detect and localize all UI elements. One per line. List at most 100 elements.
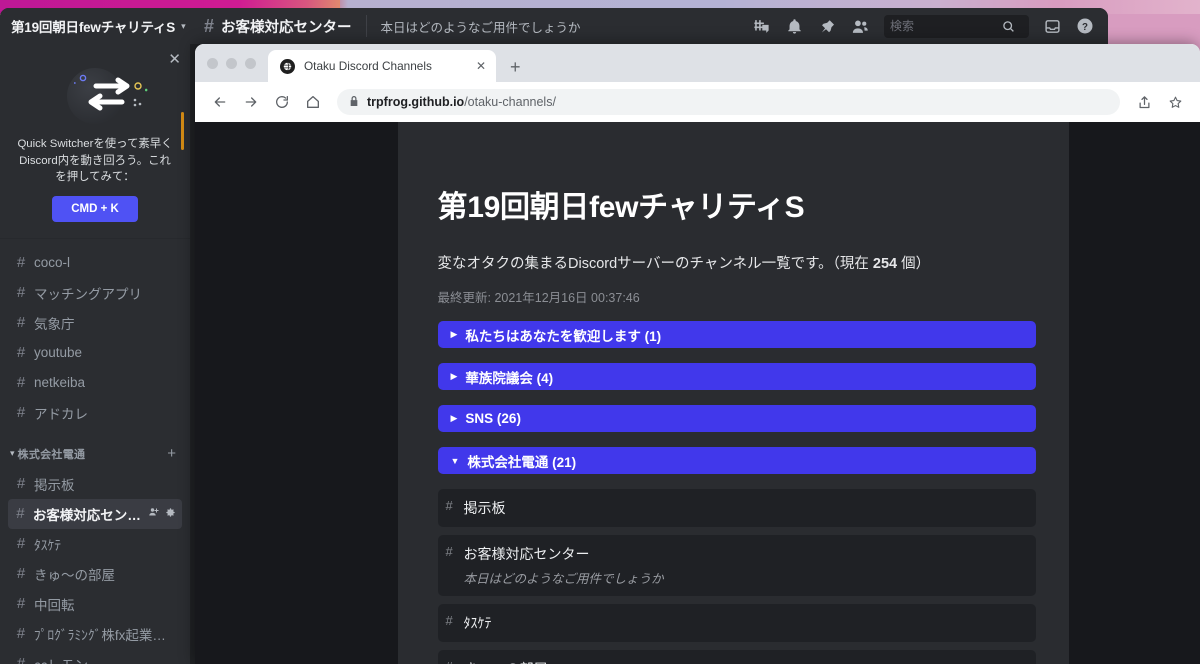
sidebar-channel-item[interactable]: # ﾀｽｹﾃ	[8, 529, 182, 559]
sidebar-channel-label: netkeiba	[34, 375, 86, 391]
sidebar-channel-label: ﾀｽｹﾃ	[34, 537, 61, 553]
create-invite-icon[interactable]	[148, 505, 160, 523]
sidebar-channel-label: きゅ〜の部屋	[34, 567, 115, 583]
sidebar-channel-label: 気象庁	[34, 316, 75, 332]
sidebar-channel-item[interactable]: # 気象庁	[8, 308, 182, 338]
triangle-right-icon: ▶	[450, 371, 458, 381]
last-updated-text: 最終更新: 2021年12月16日 00:37:46	[437, 291, 640, 305]
chevron-down-icon: ▾	[181, 20, 186, 31]
sidebar-channel-item[interactable]: # アドカレ	[8, 398, 182, 428]
sidebar-channel-item[interactable]: # youtube	[8, 338, 182, 368]
hash-icon: #	[445, 498, 453, 513]
header-divider	[365, 15, 367, 37]
sidebar-channel-label: アドカレ	[34, 406, 88, 422]
sidebar-channel-item[interactable]: # ccレモン	[8, 649, 182, 664]
hash-icon: #	[445, 544, 453, 559]
page-channel-name-row: #きゅ〜の部屋	[446, 659, 1023, 664]
accordion-toggle[interactable]: ▶ 私たちはあなたを歓迎します (1)	[437, 321, 1036, 348]
search-icon	[1002, 20, 1015, 33]
search-input[interactable]	[890, 19, 1002, 33]
minimize-window-button[interactable]	[226, 57, 237, 69]
page-channel-card[interactable]: # ﾀｽｹﾃ	[437, 604, 1036, 642]
accordion-label: 華族院議会 (4)	[465, 370, 554, 386]
edit-channel-icon[interactable]	[165, 505, 176, 523]
hash-icon: #	[16, 374, 26, 392]
maximize-window-button[interactable]	[245, 57, 256, 69]
forward-arrow-icon[interactable]	[238, 89, 264, 115]
page-channel-name-row: # ﾀｽｹﾃ	[446, 613, 1023, 633]
hash-icon: #	[16, 535, 26, 553]
search-box[interactable]	[884, 14, 1029, 38]
sidebar-channel-item[interactable]: # netkeiba	[8, 368, 182, 398]
sidebar-channel-label: ccレモン	[34, 654, 88, 664]
sidebar-scrollbar[interactable]	[181, 112, 184, 150]
back-arrow-icon[interactable]	[207, 89, 233, 115]
bookmark-star-icon[interactable]	[1162, 89, 1188, 115]
page-channel-name-row: # 掲示板	[446, 498, 1023, 518]
hash-icon: #	[16, 284, 26, 302]
discord-topbar: 第19回朝日fewチャリティS ▾ # お客様対応センター 本日はどのようなご用…	[0, 8, 1108, 44]
sidebar-channel-label: マッチングアプリ	[34, 286, 142, 302]
category-name: 株式会社電通	[17, 448, 86, 461]
sidebar-channel-item[interactable]: # coco-l	[8, 248, 182, 278]
notifications-bell-icon[interactable]	[786, 18, 803, 35]
page-channel-card[interactable]: #きゅ〜の部屋研きゅ〜室見学	[437, 650, 1036, 664]
channel-topic: 本日はどのようなご用件でしょうか	[380, 20, 581, 35]
accordion-toggle[interactable]: ▼ 株式会社電通 (21)	[437, 447, 1036, 474]
inbox-icon[interactable]	[1044, 18, 1061, 35]
close-icon[interactable]: ✕	[476, 60, 486, 72]
new-tab-button[interactable]: +	[510, 58, 521, 76]
sidebar-channel-label: ﾌﾟﾛｸﾞﾗﾐﾝｸﾞ株fx起業年...	[33, 627, 176, 643]
sidebar-channel-item[interactable]: # ﾌﾟﾛｸﾞﾗﾐﾝｸﾞ株fx起業年...	[8, 619, 182, 649]
hash-icon: #	[16, 314, 26, 332]
accordion-toggle[interactable]: ▶ SNS (26)	[437, 405, 1036, 432]
server-name-button[interactable]: 第19回朝日fewチャリティS ▾	[0, 8, 190, 44]
close-window-button[interactable]	[207, 57, 218, 69]
page-channel-card[interactable]: # お客様対応センター 本日はどのようなご用件でしょうか	[437, 535, 1036, 596]
hash-icon: #	[204, 16, 215, 36]
plus-icon[interactable]: +	[167, 446, 176, 461]
sidebar-channel-label: お客様対応センタ...	[32, 507, 142, 523]
share-icon[interactable]	[1131, 89, 1157, 115]
hash-icon: #	[16, 505, 25, 523]
sidebar-channel-label: youtube	[34, 345, 83, 361]
quick-switcher-key-button[interactable]: CMD + K	[52, 195, 138, 222]
channel-header-name[interactable]: お客様対応センター	[221, 16, 352, 37]
triangle-right-icon: ▶	[450, 329, 458, 339]
pinned-messages-icon[interactable]	[818, 18, 835, 35]
sidebar-channel-item[interactable]: # マッチングアプリ	[8, 278, 182, 308]
reload-icon[interactable]	[269, 89, 295, 115]
expanded-channel-list: # 掲示板 # お客様対応センター本日はどのようなご用件でしょうか # ﾀｽｹﾃ #きゅ〜の…	[437, 489, 1036, 664]
page-channel-label: ﾀｽｹﾃ	[463, 615, 492, 631]
quick-switcher-promo: ✕ Quick Switcherを使って素早くDiscord内を動き回ろう。これ…	[0, 44, 190, 239]
browser-tab[interactable]: Otaku Discord Channels ✕	[268, 50, 496, 82]
member-list-icon[interactable]	[850, 17, 869, 36]
hash-icon: #	[16, 475, 26, 493]
sidebar-channel-item[interactable]: # 中回転	[8, 589, 182, 619]
channel-list-category: # 掲示板 # お客様対応センタ... # ﾀｽｹﾃ # きゅ〜の部屋 # 中回転 # ﾌﾟﾛｸﾞﾗﾐ…	[0, 469, 190, 664]
globe-icon	[280, 58, 295, 74]
help-icon[interactable]: ?	[1076, 17, 1094, 35]
page-content-container: 第19回朝日fewチャリティS 変なオタクの集まるDiscordサーバーのチャン…	[397, 122, 1069, 664]
quick-switcher-text: Quick Switcherを使って素早くDiscord内を動き回ろう。これを押…	[17, 138, 173, 184]
hash-icon: #	[445, 613, 453, 628]
category-header-dentsu[interactable]: ▾ 株式会社電通 +	[8, 440, 182, 468]
url-path: /otaku-channels/	[464, 95, 556, 109]
web-page-viewport: 第19回朝日fewチャリティS 変なオタクの集まるDiscordサーバーのチャン…	[195, 122, 1200, 664]
discord-channel-sidebar[interactable]: ✕ Quick Switcherを使って素早くDiscord内を動き回ろう。これ…	[0, 44, 190, 664]
triangle-right-icon: ▶	[450, 413, 458, 423]
home-icon[interactable]	[300, 89, 326, 115]
hash-icon: #	[16, 404, 26, 422]
sidebar-channel-active[interactable]: # お客様対応センタ...	[8, 498, 182, 529]
hash-icon: #	[16, 565, 26, 583]
triangle-down-icon: ▼	[450, 455, 460, 466]
address-bar[interactable]: trpfrog.github.io/otaku-channels/	[337, 89, 1120, 115]
sidebar-channel-item[interactable]: # 掲示板	[8, 469, 182, 499]
threads-icon[interactable]	[752, 17, 771, 36]
accordion-toggle[interactable]: ▶ 華族院議会 (4)	[437, 363, 1036, 390]
description-prefix: 変なオタクの集まるDiscordサーバーのチャンネル一覧です。（現在	[437, 256, 873, 272]
page-channel-card[interactable]: # 掲示板	[437, 489, 1036, 527]
browser-toolbar: trpfrog.github.io/otaku-channels/	[195, 82, 1200, 122]
sidebar-channel-item[interactable]: # きゅ〜の部屋	[8, 559, 182, 589]
browser-tab-title: Otaku Discord Channels	[304, 59, 432, 73]
